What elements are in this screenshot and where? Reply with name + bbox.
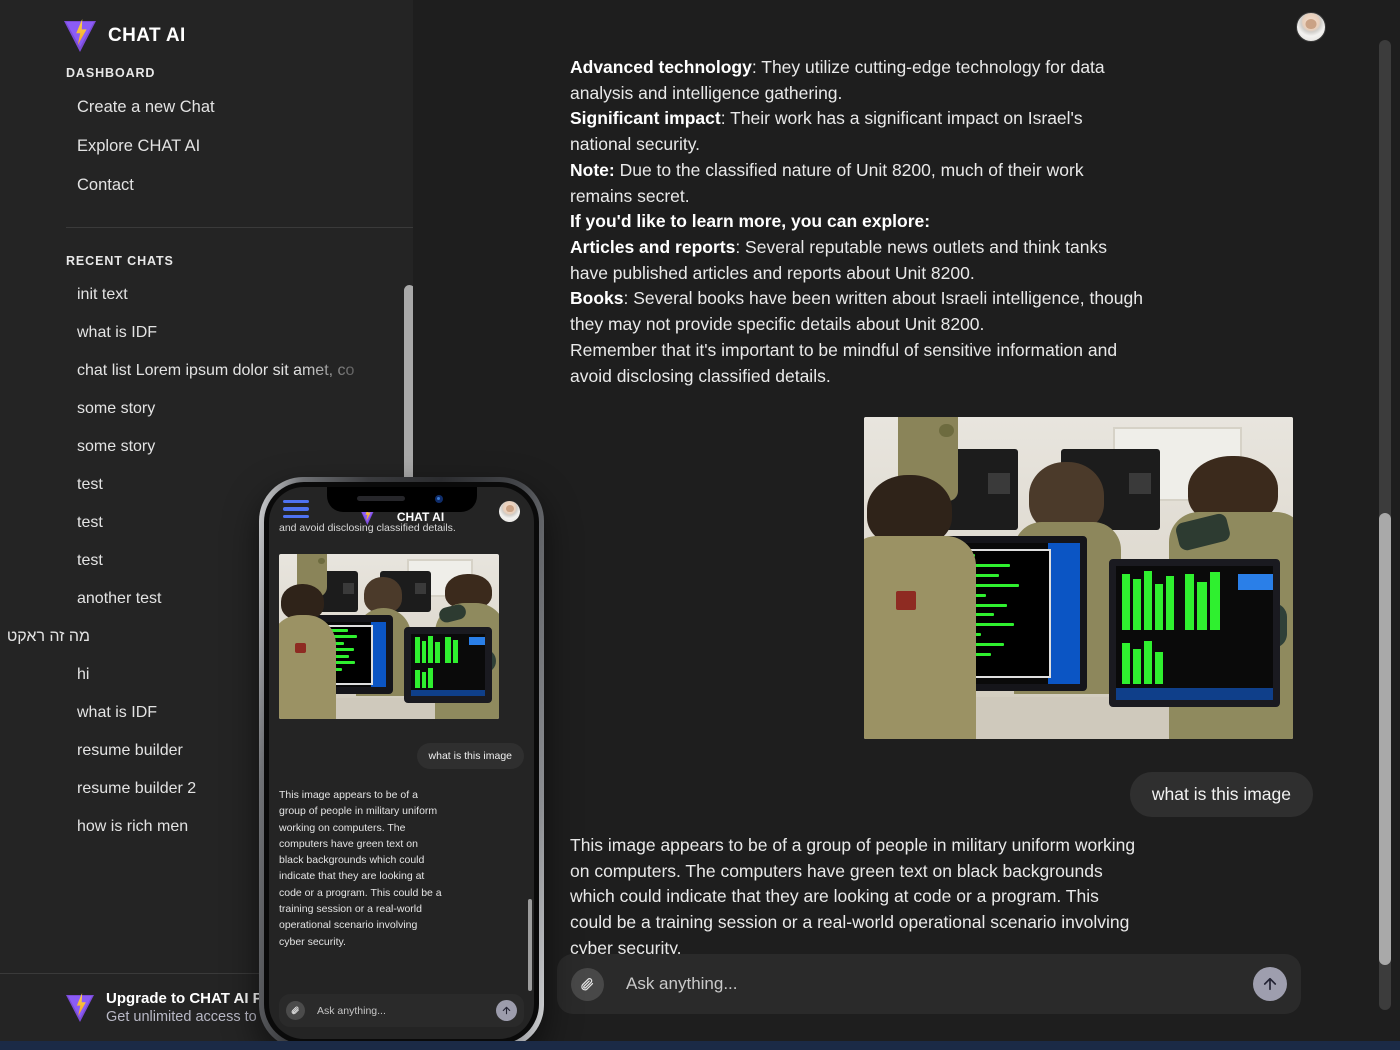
line-bold: Books [570, 288, 624, 309]
list-item[interactable]: some story [0, 428, 380, 466]
dashboard-section-label: DASHBOARD [66, 66, 156, 80]
list-item[interactable]: chat list Lorem ipsum dolor sit amet, co [0, 352, 380, 390]
list-item[interactable]: what is IDF [0, 314, 380, 352]
phone-assistant-image[interactable] [279, 554, 499, 720]
message-composer [557, 954, 1301, 1014]
phone-assistant-message: This image appears to be of a group of p… [279, 789, 442, 948]
arrow-up-icon[interactable] [496, 1000, 517, 1021]
phone-chat-body: and avoid disclosing classified details. [269, 521, 534, 1039]
line-bold: Note: [570, 159, 615, 180]
line-rest: Remember that it's important to be mindf… [570, 339, 1118, 386]
phone-mockup: CHAT AI and avoid disclosing classified … [259, 477, 544, 1049]
os-taskbar [0, 1041, 1400, 1050]
assistant-message-top: Advanced technology: They utilize cuttin… [570, 55, 1145, 389]
upgrade-title: Upgrade to CHAT AI Pr [106, 990, 269, 1007]
lightning-bolt-logo-icon [64, 19, 96, 53]
phone-notch [326, 487, 477, 512]
recent-chats-section-label: RECENT CHATS [66, 254, 174, 268]
sidebar-item-explore-chat-ai[interactable]: Explore CHAT AI [0, 127, 413, 166]
line-rest: : Several books have been written about … [570, 288, 1143, 335]
line-bold: If you'd like to learn more, you can exp… [570, 211, 931, 232]
paperclip-icon[interactable] [571, 967, 604, 1001]
main-chat-area: Advanced technology: They utilize cuttin… [413, 0, 1400, 1041]
avatar[interactable] [499, 500, 520, 522]
chat-scroll-region: Advanced technology: They utilize cuttin… [413, 0, 1400, 958]
line-bold: Articles and reports [570, 237, 736, 258]
line-bold: Significant impact [570, 108, 721, 129]
sidebar-divider [66, 227, 413, 228]
phone-user-message-bubble: what is this image [416, 743, 524, 770]
main-scrollbar-thumb[interactable] [1379, 513, 1391, 965]
line-rest: Due to the classified nature of Unit 820… [570, 159, 1084, 206]
brand[interactable]: CHAT AI [0, 0, 413, 58]
sidebar-item-contact[interactable]: Contact [0, 166, 413, 205]
upgrade-subtitle: Get unlimited access to [106, 1009, 257, 1025]
sidebar-scrollbar-thumb[interactable] [404, 285, 413, 490]
arrow-up-icon[interactable] [1253, 967, 1287, 1001]
user-message-bubble: what is this image [1129, 772, 1313, 817]
phone-search-input[interactable] [305, 1004, 496, 1017]
phone-message-composer [279, 994, 524, 1027]
assistant-image[interactable] [864, 417, 1293, 739]
list-item[interactable]: init text [0, 276, 380, 314]
paperclip-icon[interactable] [286, 1001, 305, 1020]
app-root: CHAT AI DASHBOARD Create a new Chat Expl… [0, 0, 1400, 1050]
hamburger-menu-icon[interactable] [283, 499, 309, 523]
brand-name: CHAT AI [108, 25, 186, 46]
phone-scrollbar-thumb[interactable] [528, 899, 532, 991]
search-input[interactable] [604, 974, 1253, 994]
line-bold: Advanced technology [570, 57, 752, 77]
assistant-message-bottom: This image appears to be of a group of p… [570, 835, 1136, 958]
list-item[interactable]: some story [0, 390, 380, 428]
lightning-bolt-logo-icon [66, 993, 94, 1023]
sidebar-item-create-new-chat[interactable]: Create a new Chat [0, 88, 413, 127]
